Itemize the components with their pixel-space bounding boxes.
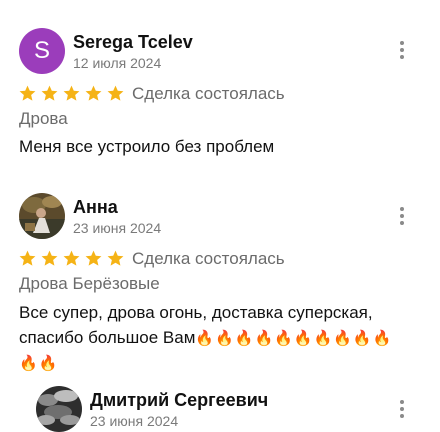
deal-status: Сделка состоялась	[132, 84, 285, 103]
more-vertical-icon	[400, 41, 404, 45]
avatar-letter: S	[33, 37, 50, 64]
review-text: Меня все устроило без проблем	[19, 137, 275, 156]
star-icon	[85, 85, 102, 101]
review-product[interactable]: Дрова	[19, 109, 68, 129]
avatar-photo	[36, 386, 82, 432]
review-product[interactable]: Дрова Берёзовые	[19, 274, 160, 294]
star-icon	[107, 250, 124, 266]
avatar[interactable]: S	[19, 28, 65, 74]
review-date: 23 июня 2024	[90, 413, 179, 429]
avatar[interactable]	[36, 386, 82, 432]
avatar-photo	[19, 193, 65, 239]
more-options-button[interactable]	[392, 206, 412, 226]
review-text-line: Все супер, дрова огонь, доставка суперск…	[19, 303, 373, 322]
star-icon	[19, 85, 36, 101]
star-icon	[85, 250, 102, 266]
star-icon	[63, 250, 80, 266]
star-icon	[19, 250, 36, 266]
fire-emoji-icon: 🔥🔥	[19, 355, 59, 372]
reviewer-name[interactable]: Анна	[73, 197, 118, 218]
avatar[interactable]	[19, 193, 65, 239]
review-date: 23 июня 2024	[73, 220, 162, 236]
more-vertical-icon	[400, 207, 404, 211]
star-icon	[63, 85, 80, 101]
reviewer-name[interactable]: Serega Tcelev	[73, 32, 193, 53]
reviewer-name[interactable]: Дмитрий Сергеевич	[90, 390, 268, 411]
rating-stars	[18, 249, 125, 268]
star-icon	[41, 85, 58, 101]
star-icon	[107, 85, 124, 101]
star-icon	[41, 250, 58, 266]
rating-stars	[18, 84, 125, 103]
deal-status: Сделка состоялась	[132, 249, 285, 268]
fire-emoji-icon: 🔥🔥🔥🔥🔥🔥🔥🔥🔥🔥	[195, 330, 393, 347]
more-options-button[interactable]	[392, 399, 412, 419]
review-text: Все супер, дрова огонь, доставка суперск…	[19, 300, 424, 376]
more-vertical-icon	[400, 400, 404, 404]
more-options-button[interactable]	[392, 40, 412, 60]
review-date: 12 июля 2024	[73, 55, 162, 71]
review-text-line: спасибо большое Вам🔥🔥🔥🔥🔥🔥🔥🔥🔥🔥	[19, 328, 393, 347]
